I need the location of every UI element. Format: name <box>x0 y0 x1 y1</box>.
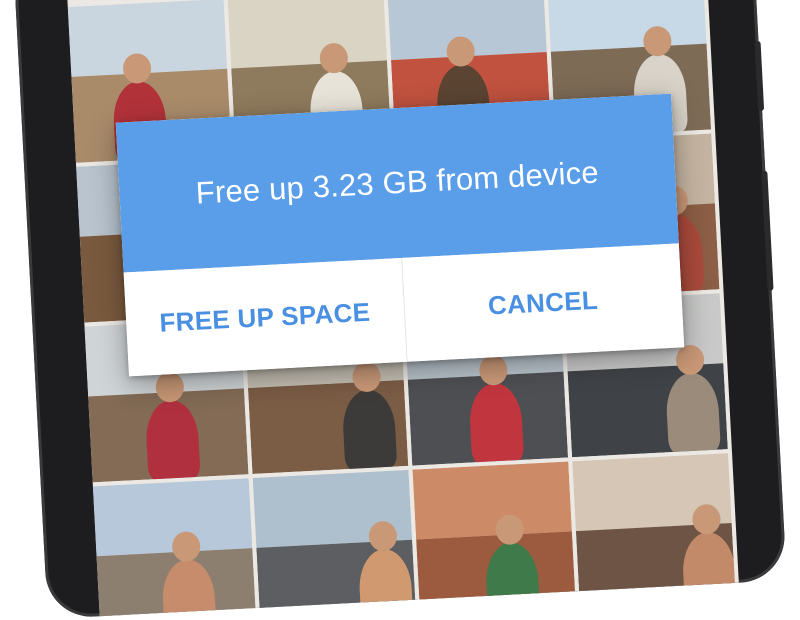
free-up-space-dialog: Free up 3.23 GB from device FREE UP SPAC… <box>115 93 685 377</box>
cancel-button[interactable]: CANCEL <box>401 243 685 362</box>
dialog-scrim: Free up 3.23 GB from device FREE UP SPAC… <box>0 0 800 534</box>
dialog-title: Free up 3.23 GB from device <box>194 154 600 211</box>
free-up-space-button[interactable]: FREE UP SPACE <box>123 257 407 377</box>
dialog-header: Free up 3.23 GB from device <box>115 93 679 273</box>
